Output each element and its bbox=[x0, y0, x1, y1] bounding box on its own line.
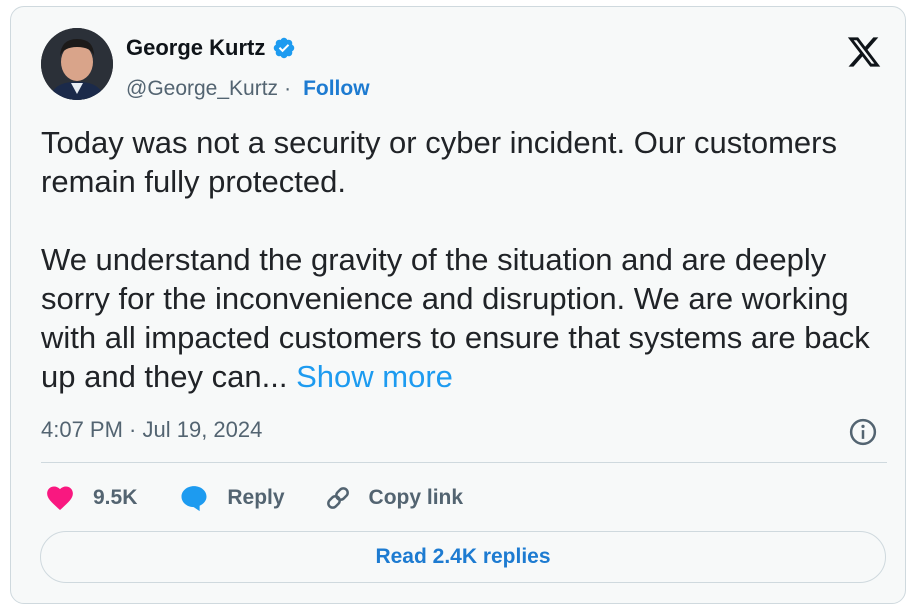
tweet-paragraph-2: We understand the gravity of the situati… bbox=[41, 242, 879, 394]
copy-link-button[interactable]: Copy link bbox=[323, 483, 464, 513]
x-logo-icon[interactable] bbox=[845, 34, 883, 70]
author-handle[interactable]: @George_Kurtz bbox=[126, 77, 278, 101]
reply-button[interactable]: Reply bbox=[179, 483, 285, 513]
verified-badge-icon bbox=[274, 37, 295, 59]
copy-link-label: Copy link bbox=[368, 486, 464, 509]
avatar[interactable] bbox=[41, 28, 113, 100]
separator-dot: · bbox=[284, 77, 292, 100]
like-button[interactable]: 9.5K bbox=[45, 483, 137, 513]
info-icon[interactable] bbox=[848, 417, 878, 447]
tweet-text: Today was not a security or cyber incide… bbox=[41, 123, 891, 396]
like-count: 9.5K bbox=[93, 486, 138, 509]
link-icon bbox=[326, 487, 349, 509]
divider bbox=[41, 462, 887, 463]
tweet-timestamp[interactable]: 4:07 PM · Jul 19, 2024 bbox=[41, 417, 262, 443]
follow-button[interactable]: Follow bbox=[303, 77, 370, 101]
author-name[interactable]: George Kurtz bbox=[126, 35, 265, 61]
tweet-paragraph-1: Today was not a security or cyber incide… bbox=[41, 125, 846, 199]
reply-label: Reply bbox=[227, 486, 285, 509]
heart-icon bbox=[47, 486, 73, 510]
tweet-card: George Kurtz @George_Kurtz · Follow Toda… bbox=[10, 6, 906, 604]
read-replies-button[interactable]: Read 2.4K replies bbox=[40, 531, 886, 583]
action-bar: 9.5K Reply Copy link bbox=[45, 483, 463, 513]
reply-bubble-icon bbox=[181, 486, 207, 512]
show-more-link[interactable]: Show more bbox=[296, 359, 453, 394]
